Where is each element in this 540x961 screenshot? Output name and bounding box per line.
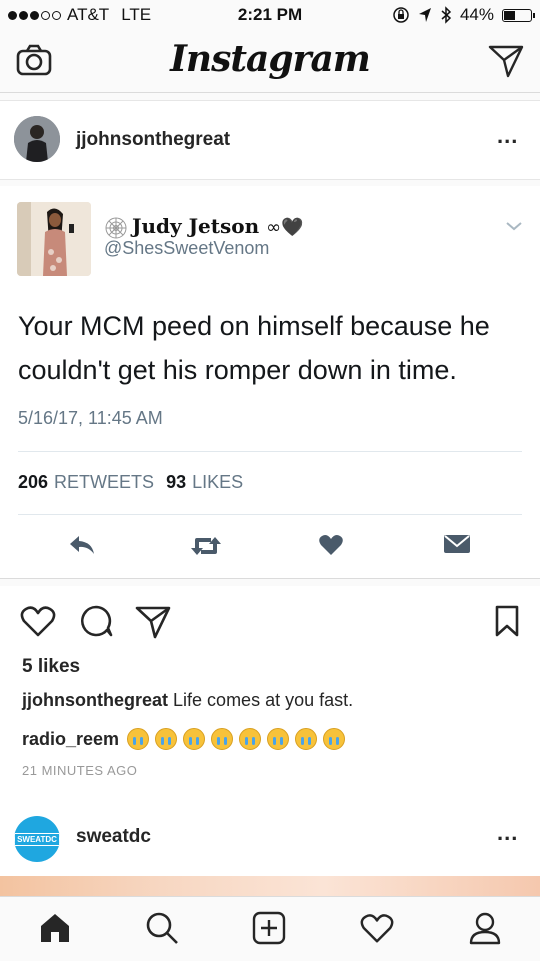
retweet-label: RETWEETS <box>54 472 155 492</box>
post-username[interactable]: jjohnsonthegreat <box>76 129 230 151</box>
chevron-down-icon <box>506 222 522 231</box>
crying-emoji-icon <box>295 728 318 750</box>
sweatdc-avatar[interactable]: SWEATDC <box>14 816 60 862</box>
direct-message-envelope-icon <box>444 535 470 553</box>
avatar[interactable] <box>14 116 60 162</box>
post-header: jjohnsonthegreat ... <box>0 100 540 180</box>
like-heart-icon[interactable] <box>20 605 56 637</box>
post-timestamp: 21 MINUTES AGO <box>22 763 138 778</box>
retweet-icon <box>191 537 221 555</box>
post-image-tweet[interactable]: Judy Jetson ∞🖤 @ShesSweetVenom Your MCM … <box>0 186 540 579</box>
location-arrow-icon <box>418 8 431 22</box>
status-right: 44% <box>392 5 535 25</box>
activity-heart-icon[interactable] <box>360 911 394 945</box>
crying-emoji-icon <box>155 728 178 750</box>
crying-emoji-icon <box>267 728 290 750</box>
tweet-text: Your MCM peed on himself because he coul… <box>18 311 490 385</box>
crying-emoji-icon <box>183 728 206 750</box>
crying-emoji-icon <box>323 728 346 750</box>
home-icon[interactable] <box>38 911 72 945</box>
rotation-lock-icon <box>393 7 409 23</box>
bluetooth-icon <box>441 6 452 24</box>
battery-icon <box>502 8 535 22</box>
next-post-username[interactable]: sweatdc <box>76 826 151 848</box>
next-post-image[interactable] <box>0 876 540 896</box>
tweet-date: 5/16/17, 11:45 AM <box>18 408 163 428</box>
user-avatar-photo <box>14 116 60 162</box>
comment: radio_reem <box>22 728 346 750</box>
divider <box>18 514 522 515</box>
bookmark-icon[interactable] <box>494 605 520 637</box>
crying-emoji-icon <box>211 728 234 750</box>
crying-emoji-icon <box>239 728 262 750</box>
caption-username[interactable]: jjohnsonthegreat <box>22 690 168 710</box>
next-post-header: SWEATDC sweatdc ... <box>0 798 540 880</box>
app-header: Instagram <box>0 30 540 93</box>
profile-icon[interactable] <box>468 911 502 945</box>
likes-count[interactable]: 5 likes <box>22 656 80 678</box>
caption: jjohnsonthegreat Life comes at you fast. <box>22 690 353 711</box>
divider <box>18 451 522 452</box>
comment-emoji-row <box>121 728 346 750</box>
comment-username[interactable]: radio_reem <box>22 729 119 750</box>
crying-emoji-icon <box>127 728 150 750</box>
instagram-logo: Instagram <box>170 38 371 80</box>
spiderweb-icon <box>105 217 127 239</box>
tweet-stats: 206 RETWEETS 93 LIKES <box>18 472 243 493</box>
heart-icon <box>319 535 343 555</box>
tweet-profile-photo <box>17 202 91 276</box>
search-icon[interactable] <box>145 911 179 945</box>
direct-message-icon[interactable] <box>488 44 524 78</box>
tweet-actions <box>0 529 540 569</box>
retweet-count: 206 <box>18 472 49 492</box>
bottom-navigation <box>0 896 540 961</box>
comment-icon[interactable] <box>78 604 114 638</box>
like-count: 93 <box>166 472 187 492</box>
sweatdc-avatar-text: SWEATDC <box>14 832 60 846</box>
battery-percent: 44% <box>459 5 494 24</box>
share-icon[interactable] <box>135 605 171 639</box>
more-options-button[interactable]: ... <box>497 123 518 149</box>
tweet-handle: @ShesSweetVenom <box>104 238 270 258</box>
reply-icon <box>70 536 94 554</box>
tweet-display-name-text: Judy Jetson <box>132 214 260 238</box>
like-label: LIKES <box>192 472 244 492</box>
caption-text: Life comes at you fast. <box>173 690 354 710</box>
next-post-more-button[interactable]: ... <box>497 820 518 846</box>
tweet-name-emoji: ∞🖤 <box>266 217 304 238</box>
status-bar: AT&T LTE 2:21 PM 44% <box>0 0 540 30</box>
add-post-icon[interactable] <box>252 911 286 945</box>
tweet-display-name: Judy Jetson ∞🖤 <box>132 214 304 238</box>
